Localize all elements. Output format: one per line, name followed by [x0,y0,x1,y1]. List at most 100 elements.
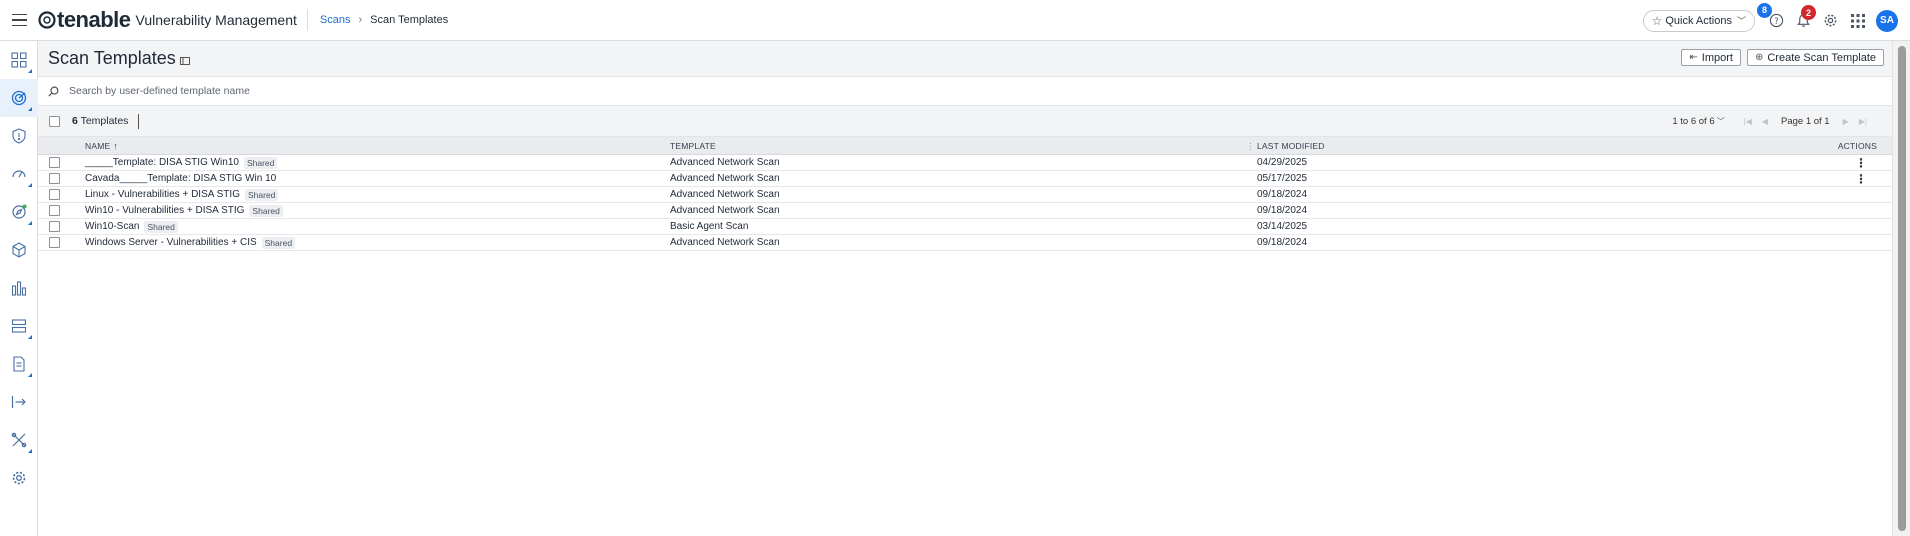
pagination-range[interactable]: 1 to 6 of 6 [1672,116,1714,127]
row-checkbox[interactable] [49,221,60,232]
row-template: Basic Agent Scan [670,221,749,232]
quick-actions-button[interactable]: ☆ Quick Actions ﹀ 8 [1642,2,1772,32]
header-actions: ⇤ Import ⊕ Create Scan Template [1675,49,1884,66]
sidebar-item-settings[interactable] [0,459,38,497]
shared-badge: Shared [261,236,296,249]
row-name[interactable]: Linux - Vulnerabilities + DISA STIG [85,189,240,200]
shared-badge: Shared [243,156,278,169]
sidebar-item-inventory[interactable] [0,307,38,345]
star-icon: ☆ [1651,13,1663,28]
chevron-down-icon: ﹀ [1716,117,1725,126]
sidebar-item-analytics[interactable] [0,269,38,307]
sidebar-item-dashboards[interactable] [0,41,38,79]
last-page-icon[interactable]: ▶| [1859,117,1867,126]
table-body: _____Template: DISA STIG Win10 Shared Adva… [38,155,1892,251]
sidebar-item-reports[interactable] [0,345,38,383]
import-arrow-icon: ⇤ [1689,52,1698,63]
top-bar: tenable Vulnerability Management Scans ›… [0,0,1910,41]
row-name[interactable]: Win10-Scan [85,221,139,232]
table-row[interactable]: Linux - Vulnerabilities + DISA STIG Share… [38,187,1892,203]
dashboard-grid-icon [11,52,27,68]
page-title: Scan Templates [48,48,176,68]
row-checkbox[interactable] [49,237,60,248]
table-row[interactable]: Win10 - Vulnerabilities + DISA STIG Share… [38,203,1892,219]
table-row[interactable]: Cavada_____Template: DISA STIG Win 10 Adv… [38,171,1892,187]
search-input[interactable] [69,85,469,97]
create-scan-template-button[interactable]: ⊕ Create Scan Template [1746,49,1884,66]
row-name[interactable]: _____Template: DISA STIG Win10 [85,157,239,168]
sidebar-item-exposure[interactable] [0,155,38,193]
select-all-checkbox[interactable] [49,115,60,127]
template-count: 6 Templates [72,113,140,129]
breadcrumb-current: Scan Templates [370,14,449,26]
sidebar-item-scans[interactable] [0,79,38,117]
row-template: Advanced Network Scan [670,237,780,248]
app-switcher-grid-icon[interactable] [1844,0,1871,41]
user-avatar[interactable]: SA [1876,9,1898,32]
import-button[interactable]: ⇤ Import [1681,49,1741,66]
book-icon[interactable] [179,56,190,65]
settings-gear-icon [12,471,26,485]
next-page-icon[interactable]: ▶ [1843,117,1849,126]
help-icon[interactable]: ? [1763,0,1790,41]
row-checkbox[interactable] [49,173,60,184]
scans-radar-icon [11,90,27,106]
row-template: Advanced Network Scan [670,173,780,184]
template-count-number: 6 [72,114,78,127]
notifications-bell-icon[interactable]: 2 [1790,0,1817,41]
vertical-scrollbar[interactable] [1892,41,1910,536]
shared-badge: Shared [244,188,279,201]
row-actions-kebab-icon[interactable]: ⋮ [1855,171,1867,186]
table-row[interactable]: Windows Server - Vulnerabilities + CIS Sh… [38,235,1892,251]
sidebar-item-vulnerabilities[interactable] [0,117,38,155]
pagination: 1 to 6 of 6 ﹀ |◀ ◀ Page 1 of 1 ▶ ▶| [1672,106,1872,137]
shield-icon [12,128,26,144]
import-label: Import [1701,51,1733,64]
sort-arrow-up-icon: ↑ [113,141,119,151]
export-arrow-icon [11,396,26,408]
report-document-icon [13,356,25,372]
row-last-modified: 09/18/2024 [1257,189,1308,200]
breadcrumb: Scans › Scan Templates [320,14,448,26]
svg-text:?: ? [1774,16,1778,26]
row-checkbox[interactable] [49,157,60,168]
search-icon [48,86,59,96]
column-header-last-modified[interactable]: LAST MODIFIED [1257,137,1325,155]
column-header-template[interactable]: TEMPLATE [670,137,716,155]
row-checkbox[interactable] [49,205,60,216]
row-template: Advanced Network Scan [670,189,780,200]
row-actions-kebab-icon[interactable]: ⋮ [1855,155,1867,170]
row-last-modified: 09/18/2024 [1257,237,1308,248]
shared-badge: Shared [249,204,283,217]
column-name-label: NAME [85,141,111,151]
row-name[interactable]: Windows Server - Vulnerabilities + CIS [85,237,257,248]
sidebar-item-export[interactable] [0,383,38,421]
row-name[interactable]: Win10 - Vulnerabilities + DISA STIG [85,205,244,216]
shared-badge: Shared [144,220,178,233]
tools-icon [11,432,27,448]
stack-layers-icon [11,319,27,333]
scrollbar-thumb[interactable] [1898,46,1906,531]
row-checkbox[interactable] [49,189,60,200]
pagination-page-label: Page 1 of 1 [1781,116,1830,127]
top-right-actions: ☆ Quick Actions ﹀ 8 ? 2 SA [1642,0,1898,41]
settings-gear-icon[interactable] [1817,0,1844,41]
table-row[interactable]: Win10-Scan Shared Basic Agent Scan 03/14/20… [38,219,1892,235]
column-header-name[interactable]: NAME ↑ [85,137,118,155]
list-toolbar: 6 Templates 1 to 6 of 6 ﹀ |◀ ◀ Page 1 of… [38,106,1892,137]
search-bar [38,77,1892,106]
create-label: Create Scan Template [1767,51,1876,64]
sidebar-item-assets[interactable] [0,231,38,269]
sidebar-item-explore[interactable] [0,193,38,231]
first-page-icon[interactable]: |◀ [1744,117,1752,126]
sidebar-item-tools[interactable] [0,421,38,459]
compass-icon [12,204,27,219]
row-name[interactable]: Cavada_____Template: DISA STIG Win 10 [85,173,276,184]
product-name: Vulnerability Management [135,12,297,28]
breadcrumb-scans-link[interactable]: Scans [320,14,351,26]
menu-icon[interactable] [0,0,38,41]
table-row[interactable]: _____Template: DISA STIG Win10 Shared Adva… [38,155,1892,171]
prev-page-icon[interactable]: ◀ [1762,117,1768,126]
brand[interactable]: tenable Vulnerability Management [38,7,308,32]
column-resize-handle[interactable]: ⋮ [1246,137,1255,155]
